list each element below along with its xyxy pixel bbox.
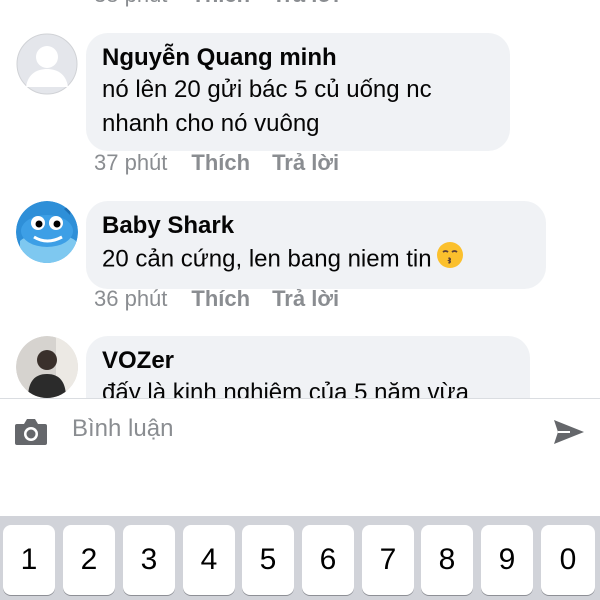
key-8[interactable]: 8	[421, 525, 473, 595]
key-9[interactable]: 9	[481, 525, 533, 595]
baby-shark-avatar[interactable]	[16, 201, 78, 263]
comment-time: 38 phút	[94, 0, 167, 8]
reply-button[interactable]: Trả lời	[272, 286, 339, 312]
key-7[interactable]: 7	[362, 525, 414, 595]
default-person-avatar[interactable]	[16, 33, 78, 95]
key-3[interactable]: 3	[123, 525, 175, 595]
key-5[interactable]: 5	[242, 525, 294, 595]
key-6[interactable]: 6	[302, 525, 354, 595]
send-icon[interactable]	[552, 417, 586, 447]
comment-meta: 37 phút Thích Trả lời	[94, 150, 339, 176]
comment-author[interactable]: Baby Shark	[102, 211, 530, 241]
reply-button[interactable]: Trả lời	[272, 150, 339, 176]
like-button[interactable]: Thích	[191, 286, 250, 312]
comment-input[interactable]	[72, 411, 512, 447]
key-4[interactable]: 4	[183, 525, 235, 595]
key-1[interactable]: 1	[3, 525, 55, 595]
key-2[interactable]: 2	[63, 525, 115, 595]
comment-meta-previous: 38 phút Thích Trả lời	[94, 0, 339, 8]
comment-text-line: nhanh cho nó vuông	[102, 110, 320, 137]
comment-time: 36 phút	[94, 286, 168, 311]
comment-thread: 38 phút Thích Trả lời Nguyễn Quang minh …	[0, 0, 600, 398]
photo-avatar[interactable]	[16, 336, 78, 398]
key-0[interactable]: 0	[541, 525, 595, 595]
comment-author[interactable]: VOZer	[102, 346, 514, 376]
comment-bubble: Baby Shark 20 cản cứng, len bang niem ti…	[86, 201, 546, 289]
comment-text: 20 cản cứng, len bang niem tin	[102, 245, 432, 273]
comment-composer	[0, 398, 600, 516]
like-button[interactable]: Thích	[191, 150, 250, 176]
comment-text-line: đấy là kinh nghiệm của 5 năm vừa	[102, 379, 469, 398]
comment-author[interactable]: Nguyễn Quang minh	[102, 43, 494, 73]
like-button[interactable]: Thích	[191, 0, 250, 8]
comment-text-line: 20 cản cứng, len bang niem tin	[102, 241, 530, 279]
comment-bubble: Nguyễn Quang minh nó lên 20 gửi bác 5 củ…	[86, 33, 510, 151]
camera-icon[interactable]	[14, 416, 48, 446]
comment-meta: 36 phút Thích Trả lời	[94, 286, 339, 312]
comment-text-line: nó lên 20 gửi bác 5 củ uống nc	[102, 76, 432, 103]
kissing-face-emoji	[436, 241, 464, 279]
numeric-keyboard: 1 2 3 4 5 6 7 8 9 0	[0, 516, 600, 600]
comment-bubble: VOZer đấy là kinh nghiệm của 5 năm vừa	[86, 336, 530, 398]
comment-time: 37 phút	[94, 150, 168, 175]
reply-button[interactable]: Trả lời	[272, 0, 339, 8]
